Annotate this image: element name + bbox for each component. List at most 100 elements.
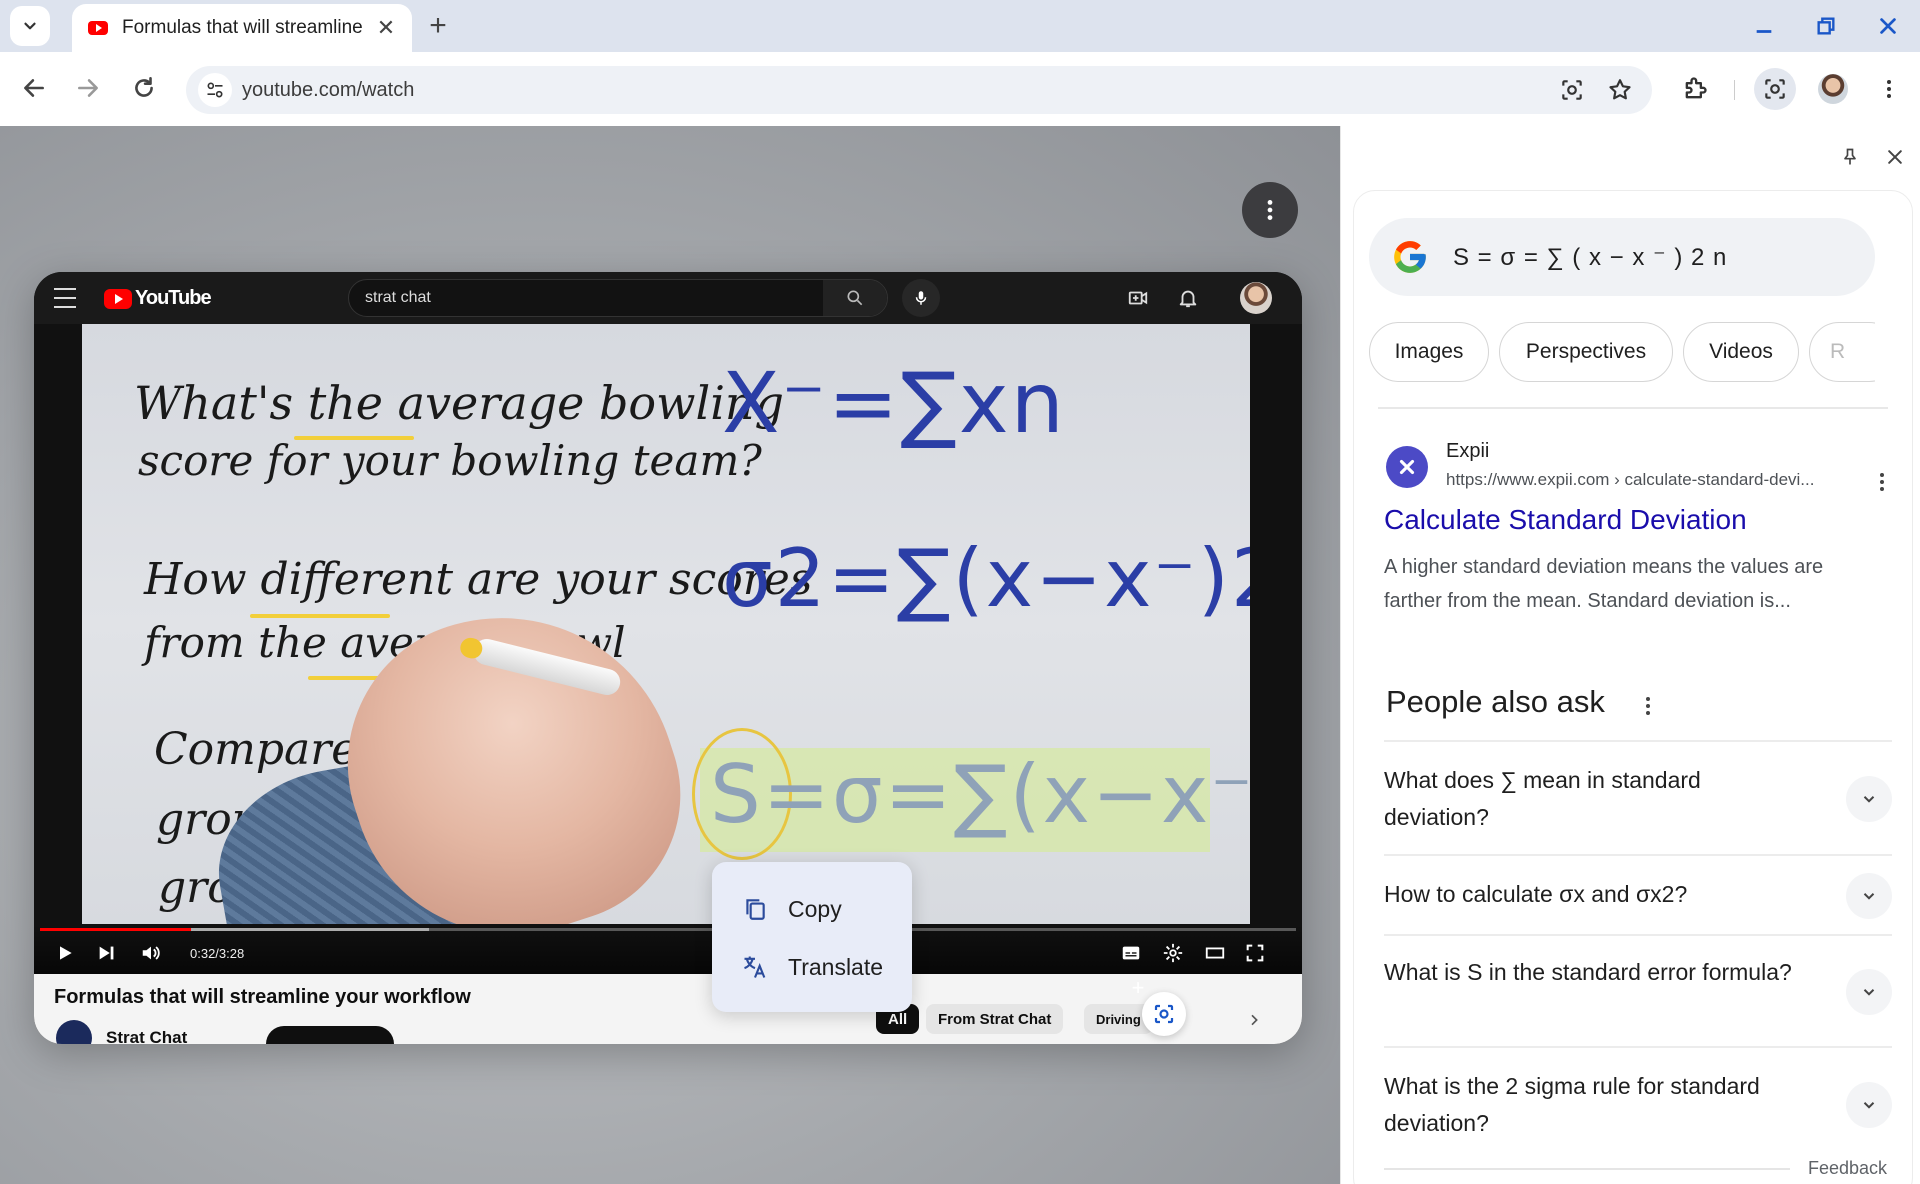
subtitles-button[interactable] — [1116, 940, 1146, 966]
lens-query-text: S = σ = ∑ ( x − x ⁻ ) 2 n — [1453, 244, 1728, 271]
site-info-button[interactable] — [198, 73, 232, 107]
board-question-line: What's the average bowling — [134, 376, 784, 430]
browser-toolbar: youtube.com/watch — [0, 52, 1920, 126]
lens-overlay-menu-button[interactable] — [1242, 182, 1298, 238]
more-vert-icon — [1646, 697, 1650, 715]
filter-images[interactable]: Images — [1369, 322, 1489, 382]
browser-menu-button[interactable] — [1868, 68, 1910, 110]
play-button[interactable] — [50, 940, 80, 966]
volume-icon — [142, 946, 160, 960]
youtube-search-button[interactable] — [823, 280, 887, 316]
close-window-button[interactable] — [1866, 6, 1910, 46]
create-video-button[interactable] — [1124, 284, 1152, 312]
channel-row: Strat Chat — [56, 1020, 187, 1044]
expand-button[interactable] — [1846, 873, 1892, 919]
address-bar[interactable]: youtube.com/watch — [186, 66, 1652, 114]
video-details: Formulas that will streamline your workf… — [34, 974, 1302, 1044]
minimize-button[interactable] — [1742, 6, 1786, 46]
next-button[interactable] — [92, 940, 122, 966]
expand-button[interactable] — [1846, 969, 1892, 1015]
youtube-search-box[interactable]: strat chat — [348, 279, 888, 317]
lens-overlay[interactable]: YouTube strat chat What's the average bo — [0, 126, 1340, 1184]
profile-button[interactable] — [1812, 68, 1854, 110]
bookmark-button[interactable] — [1604, 74, 1636, 106]
lens-search-selection-button[interactable] — [1142, 992, 1186, 1036]
translate-menu-item[interactable]: Translate — [712, 938, 912, 996]
expii-favicon-icon — [1386, 446, 1428, 488]
skip-next-icon — [99, 946, 114, 960]
results-divider — [1378, 407, 1888, 409]
forward-button[interactable] — [68, 68, 108, 108]
chevron-down-icon — [1863, 1102, 1875, 1109]
browser-tab[interactable]: Formulas that will streamline ✕ — [72, 4, 412, 52]
video-player[interactable]: What's the average bowling score for you… — [34, 324, 1302, 974]
close-panel-button[interactable] — [1878, 140, 1912, 174]
filter-perspectives[interactable]: Perspectives — [1499, 322, 1673, 382]
avatar[interactable] — [1240, 282, 1272, 314]
youtube-play-logo-icon — [104, 288, 132, 309]
people-also-ask-heading: People also ask — [1386, 684, 1605, 719]
restore-button[interactable] — [1804, 6, 1848, 46]
arrow-left-icon — [24, 79, 44, 97]
lens-side-panel-button[interactable] — [1754, 68, 1796, 110]
voice-search-button[interactable] — [902, 279, 940, 317]
formula-sd: S=σ=∑(x−x⁻)2n — [710, 748, 1250, 841]
paa-question-text: What is the 2 sigma rule for standard de… — [1384, 1073, 1760, 1136]
chips-next-button[interactable] — [1242, 1008, 1266, 1032]
menu-icon[interactable] — [54, 288, 76, 308]
crosshair-cursor: + — [1131, 975, 1145, 1000]
volume-button[interactable] — [136, 940, 166, 966]
filter-chips: Images Perspectives Videos R — [1369, 322, 1875, 384]
channel-name[interactable]: Strat Chat — [106, 1028, 187, 1044]
tab-search-button[interactable] — [10, 6, 50, 46]
reload-button[interactable] — [124, 68, 164, 108]
youtube-header: YouTube strat chat — [34, 272, 1302, 324]
fullscreen-button[interactable] — [1240, 940, 1270, 966]
subscribe-button[interactable] — [266, 1026, 394, 1044]
result-url[interactable]: https://www.expii.com › calculate-standa… — [1446, 470, 1856, 490]
paa-question[interactable]: How to calculate σx and σx2? — [1384, 854, 1892, 934]
subtitles-icon — [1122, 946, 1140, 960]
tab-title: Formulas that will streamline — [122, 17, 363, 38]
lens-icon — [1562, 80, 1582, 100]
video-add-icon — [1128, 291, 1148, 305]
star-icon — [1609, 79, 1631, 100]
lens-query-box[interactable]: S = σ = ∑ ( x − x ⁻ ) 2 n — [1369, 218, 1875, 296]
player-controls: 0:32/3:28 — [34, 924, 1302, 974]
lens-button[interactable] — [1556, 74, 1588, 106]
notifications-button[interactable] — [1174, 284, 1202, 312]
result-title-link[interactable]: Calculate Standard Deviation — [1384, 504, 1747, 536]
people-also-ask-more-button[interactable] — [1638, 692, 1658, 720]
tab-strip: Formulas that will streamline ✕ + — [0, 0, 1920, 52]
pin-panel-button[interactable] — [1833, 140, 1867, 174]
lens-icon — [1154, 1004, 1174, 1024]
gear-icon — [1163, 943, 1183, 963]
youtube-logo[interactable]: YouTube — [104, 287, 212, 310]
filter-more[interactable]: R — [1809, 322, 1875, 382]
fullscreen-icon — [1246, 944, 1264, 962]
settings-button[interactable] — [1158, 940, 1188, 966]
tab-close-button[interactable]: ✕ — [374, 15, 398, 41]
theater-mode-button[interactable] — [1200, 940, 1230, 966]
new-tab-button[interactable]: + — [418, 6, 458, 46]
reload-icon — [135, 76, 153, 97]
expand-button[interactable] — [1846, 1082, 1892, 1128]
bell-icon — [1179, 290, 1197, 308]
paa-question[interactable]: What is S in the standard error formula? — [1384, 934, 1892, 1046]
copy-icon — [740, 894, 770, 924]
video-title[interactable]: Formulas that will streamline your workf… — [54, 986, 471, 1009]
toolbar-divider — [1734, 80, 1735, 100]
result-more-button[interactable] — [1872, 470, 1892, 494]
filter-videos[interactable]: Videos — [1683, 322, 1799, 382]
chip-from-strat-chat[interactable]: From Strat Chat — [926, 1004, 1064, 1034]
address-url: youtube.com/watch — [242, 79, 415, 101]
expand-button[interactable] — [1846, 776, 1892, 822]
paa-question[interactable]: What is the 2 sigma rule for standard de… — [1384, 1046, 1892, 1158]
extensions-button[interactable] — [1674, 68, 1716, 110]
paa-question[interactable]: What does ∑ mean in standard deviation? — [1384, 740, 1892, 854]
progress-bar[interactable] — [40, 928, 1296, 931]
channel-avatar[interactable] — [56, 1020, 92, 1044]
back-button[interactable] — [14, 68, 54, 108]
feedback-link[interactable]: Feedback — [1808, 1158, 1887, 1179]
copy-menu-item[interactable]: Copy — [712, 880, 912, 938]
